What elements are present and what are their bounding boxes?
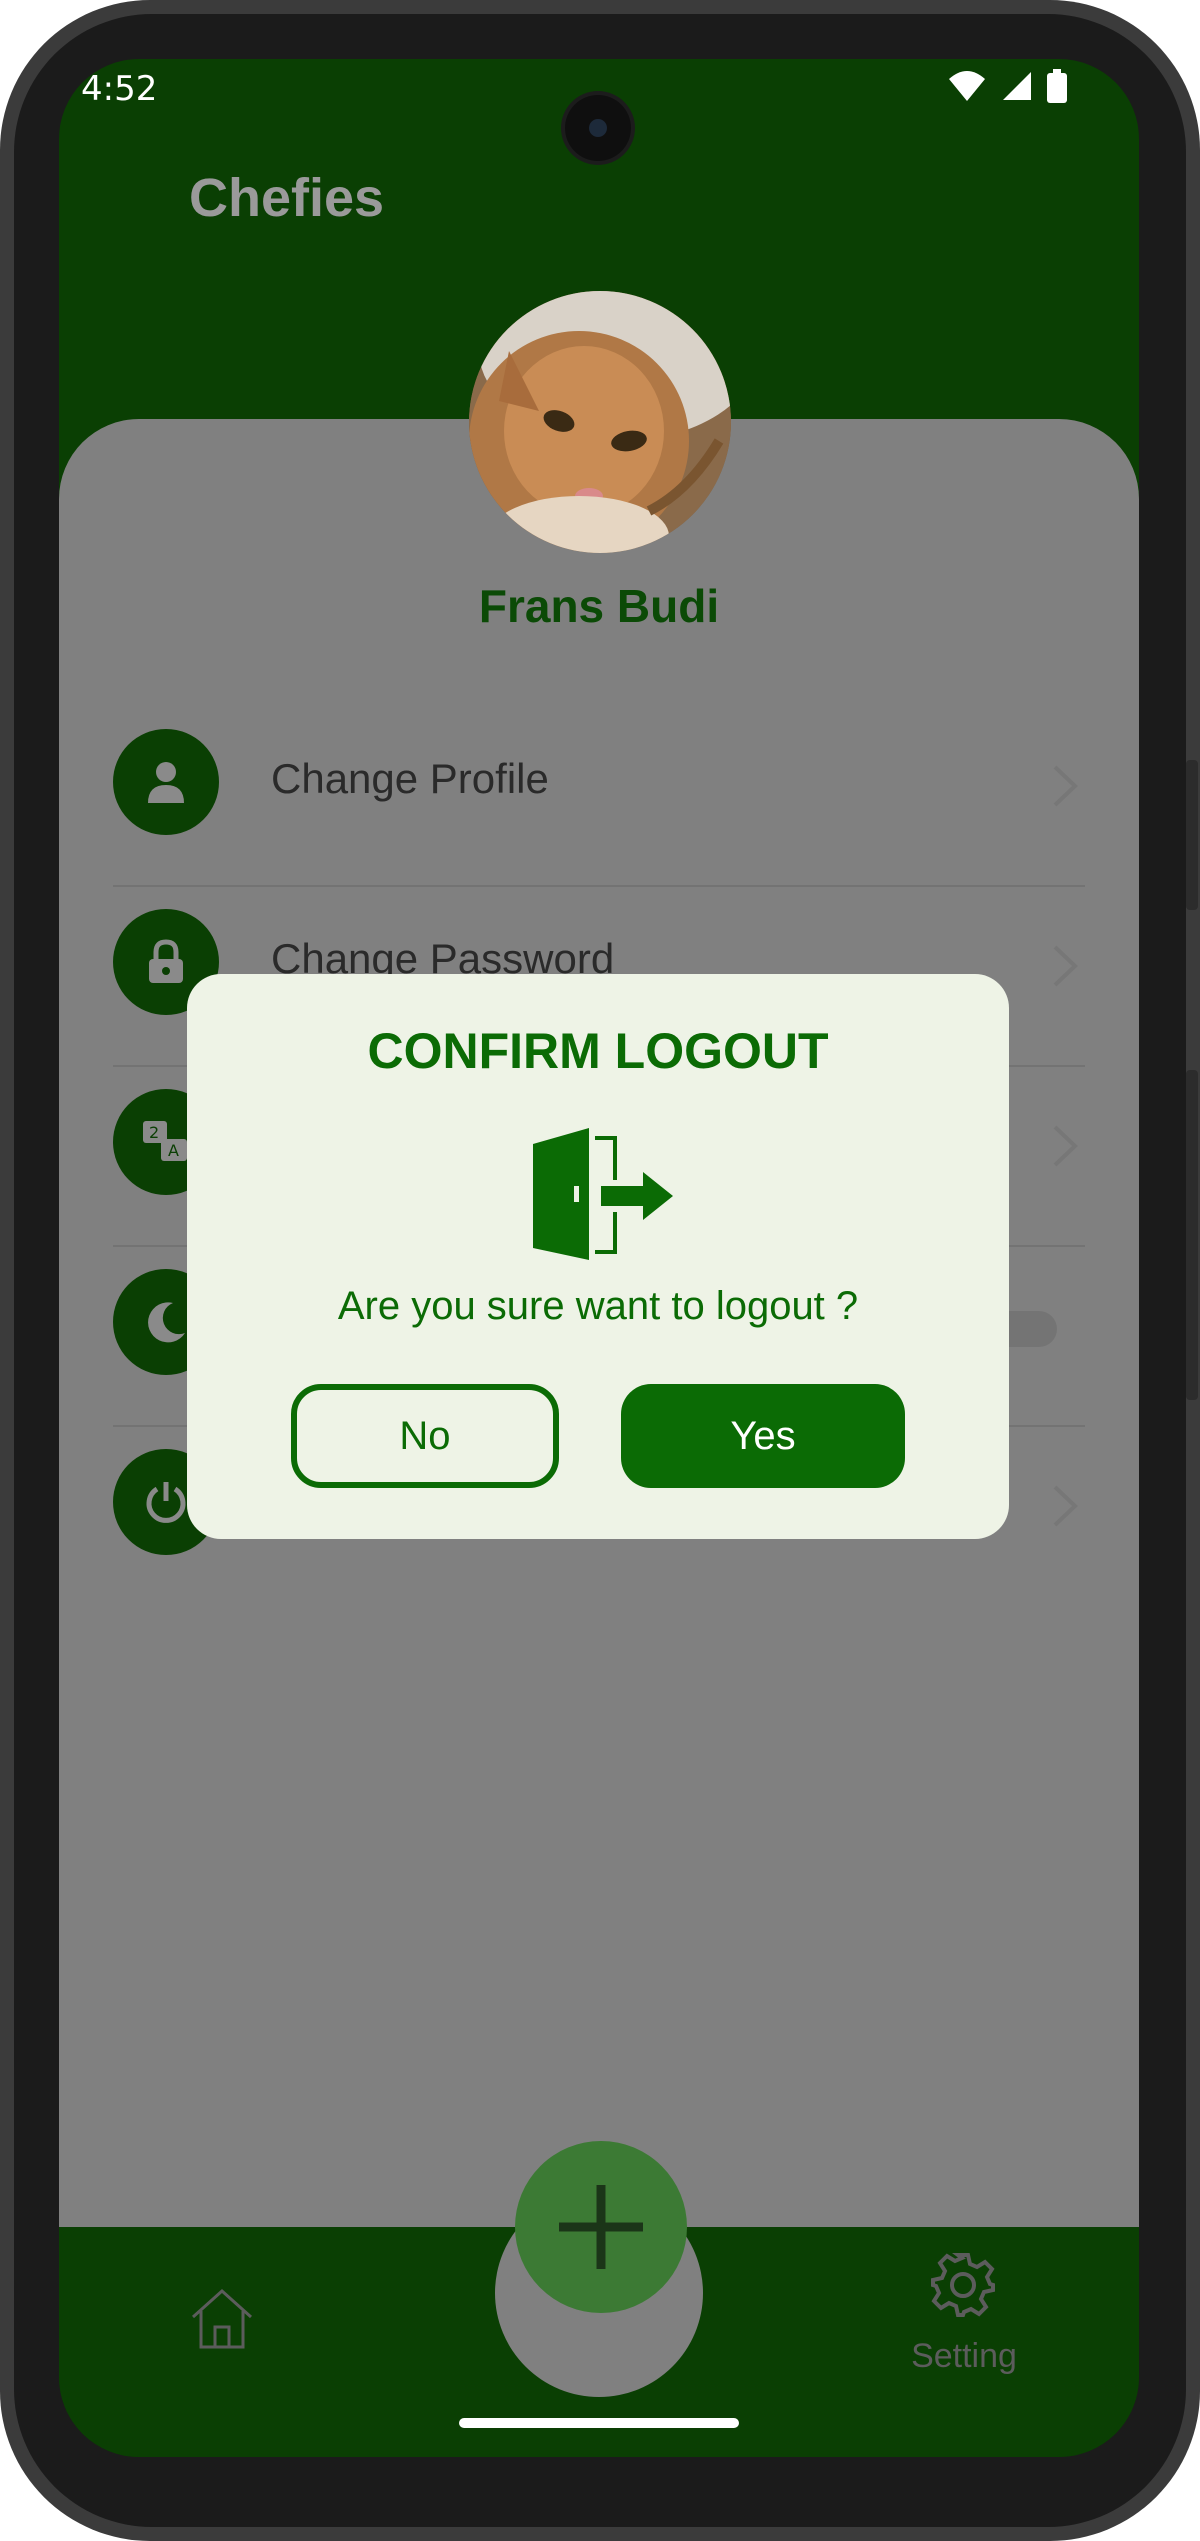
battery-icon (1047, 69, 1067, 107)
chevron-right-icon (1053, 1485, 1078, 1527)
logout-door-icon (533, 1128, 673, 1260)
screen: 4:52 Chefies Frans Budi Change Profile C… (59, 59, 1139, 2457)
dialog-message: Are you sure want to logout ? (337, 1284, 859, 1328)
front-camera (565, 95, 631, 161)
chevron-right-icon (1053, 945, 1078, 987)
volume-button (1186, 760, 1198, 910)
chevron-right-icon (1053, 1125, 1078, 1167)
svg-text:A: A (168, 1141, 179, 1160)
nav-setting-label[interactable]: Setting (889, 2337, 1039, 2376)
app-title: Chefies (189, 168, 385, 228)
no-button[interactable]: No (291, 1384, 559, 1488)
logout-dialog: CONFIRM LOGOUT Are you sure want to logo… (187, 974, 1009, 1539)
home-icon[interactable] (189, 2285, 255, 2351)
user-name: Frans Budi (478, 580, 720, 632)
cat-photo (469, 291, 731, 553)
plus-icon (559, 2185, 643, 2269)
avatar[interactable] (469, 291, 731, 553)
power-button (1186, 1070, 1198, 1400)
divider (113, 885, 1085, 887)
dialog-title: CONFIRM LOGOUT (367, 1023, 829, 1079)
signal-icon (1001, 70, 1033, 106)
status-time: 4:52 (81, 69, 158, 109)
wifi-icon (947, 69, 987, 107)
home-indicator[interactable] (459, 2418, 739, 2428)
yes-button[interactable]: Yes (621, 1384, 905, 1488)
menu-item-label: Change Profile (271, 755, 549, 802)
person-icon (113, 729, 219, 835)
status-icons (947, 69, 1067, 107)
chevron-right-icon (1053, 765, 1078, 807)
svg-text:2: 2 (149, 1123, 159, 1142)
gear-icon[interactable] (929, 2251, 997, 2319)
add-recipe-fab[interactable] (515, 2141, 687, 2313)
menu-item-change-profile[interactable]: Change Profile (113, 709, 1085, 887)
